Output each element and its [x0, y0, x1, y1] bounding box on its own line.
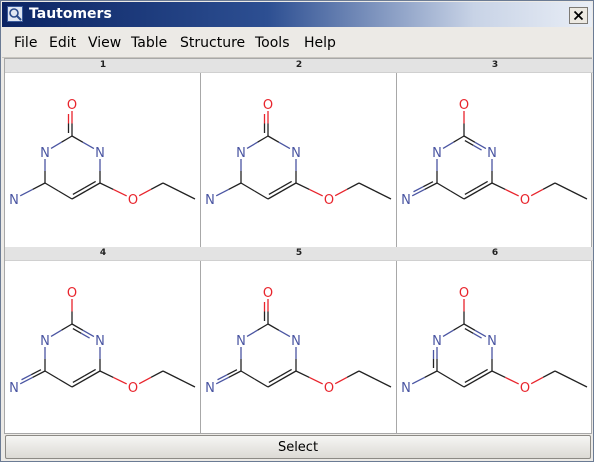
oxygen-atom: O [520, 381, 530, 396]
cell-number: 3 [397, 59, 593, 73]
menu-tools[interactable]: Tools [255, 35, 290, 51]
cell-number: 2 [201, 59, 397, 73]
nitrogen-atom: N [205, 193, 215, 208]
molecule-structure: O N N N O [205, 286, 392, 396]
nitrogen-atom: N [291, 334, 301, 349]
nitrogen-atom: N [9, 193, 19, 208]
oxygen-atom: O [263, 286, 273, 301]
menu-table[interactable]: Table [131, 35, 167, 51]
oxygen-atom: O [263, 98, 273, 113]
oxygen-atom: O [128, 193, 138, 208]
tautomer-cell[interactable]: 4 O N N N O [5, 247, 201, 435]
oxygen-atom: O [67, 98, 77, 113]
molecule-structure: O N N N O [9, 286, 196, 396]
nitrogen-atom: N [401, 193, 411, 208]
cell-number: 1 [5, 59, 201, 73]
tautomer-cell[interactable]: 3 O N N N O [397, 59, 593, 247]
menu-bar: File Edit View Table Structure Tools Hel… [2, 29, 592, 58]
close-button[interactable] [569, 7, 588, 24]
cell-number: 5 [201, 247, 397, 261]
molecule-structure: O N N N O [205, 98, 392, 208]
oxygen-atom: O [128, 381, 138, 396]
tautomer-grid: 1 O N N N O 2 O N N N O 3 O N N N O 4 O N N N O 5 O N N N O 6 O N N N O [4, 58, 593, 435]
nitrogen-atom: N [236, 146, 246, 161]
window-title: Tautomers [29, 6, 112, 22]
tautomers-window: Tautomers File Edit View Table Structure… [0, 0, 594, 462]
oxygen-atom: O [324, 193, 334, 208]
nitrogen-atom: N [205, 381, 215, 396]
nitrogen-atom: N [487, 334, 497, 349]
tautomer-cell[interactable]: 2 O N N N O [201, 59, 397, 247]
nitrogen-atom: N [9, 381, 19, 396]
nitrogen-atom: N [432, 334, 442, 349]
oxygen-atom: O [459, 286, 469, 301]
nitrogen-atom: N [40, 334, 50, 349]
nitrogen-atom: N [95, 334, 105, 349]
oxygen-atom: O [459, 98, 469, 113]
nitrogen-atom: N [291, 146, 301, 161]
nitrogen-atom: N [432, 146, 442, 161]
molecule-structure: O N N N O [401, 286, 588, 396]
app-icon [7, 6, 23, 22]
menu-help[interactable]: Help [304, 35, 336, 51]
oxygen-atom: O [324, 381, 334, 396]
oxygen-atom: O [67, 286, 77, 301]
menu-file[interactable]: File [14, 35, 37, 51]
nitrogen-atom: N [401, 381, 411, 396]
nitrogen-atom: N [236, 334, 246, 349]
menu-edit[interactable]: Edit [49, 35, 76, 51]
tautomer-cell[interactable]: 1 O N N N O [5, 59, 201, 247]
nitrogen-atom: N [487, 146, 497, 161]
molecule-structure: O N N N O [401, 98, 588, 208]
nitrogen-atom: N [95, 146, 105, 161]
oxygen-atom: O [520, 193, 530, 208]
select-button[interactable]: Select [5, 435, 591, 459]
title-bar[interactable]: Tautomers [2, 2, 592, 27]
menu-view[interactable]: View [88, 35, 121, 51]
cell-number: 6 [397, 247, 593, 261]
cell-number: 4 [5, 247, 201, 261]
menu-structure[interactable]: Structure [180, 35, 245, 51]
tautomer-cell[interactable]: 5 O N N N O [201, 247, 397, 435]
close-icon [573, 10, 584, 21]
nitrogen-atom: N [40, 146, 50, 161]
tautomer-cell[interactable]: 6 O N N N O [397, 247, 593, 435]
molecule-structure: O N N N O [9, 98, 196, 208]
